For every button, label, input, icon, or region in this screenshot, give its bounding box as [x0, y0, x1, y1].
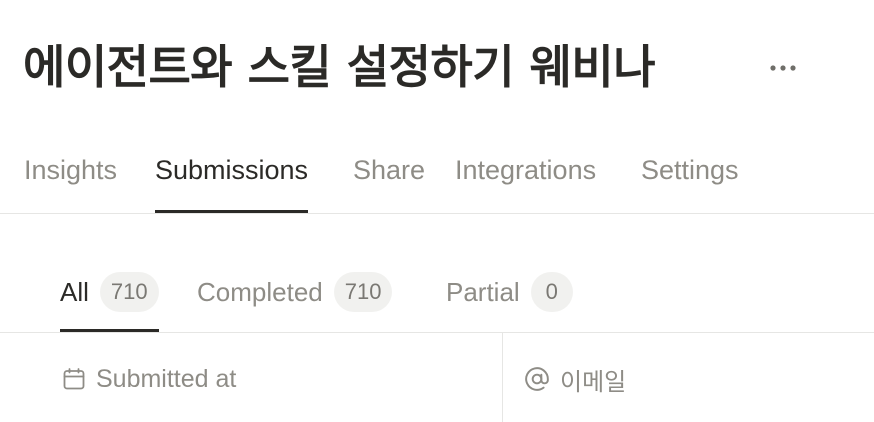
- filter-tab-completed[interactable]: Completed 710: [197, 262, 393, 332]
- count-badge: 710: [333, 272, 393, 312]
- filter-tab-all[interactable]: All 710: [60, 262, 159, 332]
- page-header: 에이전트와 스킬 설정하기 웨비나: [23, 36, 656, 98]
- filter-label: All: [60, 277, 89, 307]
- tab-share[interactable]: Share: [353, 150, 425, 213]
- tab-label: Share: [353, 155, 426, 185]
- column-label: Submitted at: [96, 364, 237, 393]
- tab-label: Integrations: [455, 155, 597, 185]
- filter-label: Partial: [446, 277, 520, 307]
- tab-integrations[interactable]: Integrations: [455, 150, 596, 213]
- table-header: Submitted at 이메일: [0, 333, 874, 422]
- tab-label: Settings: [641, 155, 739, 185]
- column-label: 이메일: [560, 367, 627, 396]
- page-title[interactable]: 에이전트와 스킬 설정하기 웨비나: [23, 36, 656, 98]
- tab-submissions[interactable]: Submissions: [155, 150, 309, 213]
- tab-settings[interactable]: Settings: [641, 150, 739, 213]
- count-badge: 710: [99, 272, 159, 312]
- count-badge: 0: [530, 272, 573, 312]
- filter-label: Completed: [197, 277, 323, 307]
- column-header-submitted-at[interactable]: Submitted at: [62, 359, 236, 399]
- main-tabs: Insights Submissions Share Integrations …: [0, 150, 874, 214]
- column-divider[interactable]: [502, 333, 503, 422]
- tab-label: Submissions: [155, 155, 309, 185]
- calendar-icon: [62, 367, 86, 391]
- column-header-email[interactable]: 이메일: [524, 359, 626, 399]
- more-horizontal-icon: [769, 64, 797, 72]
- more-options-button[interactable]: [767, 54, 799, 82]
- tab-label: Insights: [24, 155, 118, 185]
- filter-tab-partial[interactable]: Partial 0: [446, 262, 573, 332]
- submission-filter-tabs: All 710 Completed 710 Partial 0: [0, 262, 874, 333]
- tab-insights[interactable]: Insights: [24, 150, 117, 213]
- at-sign-icon: [524, 366, 550, 392]
